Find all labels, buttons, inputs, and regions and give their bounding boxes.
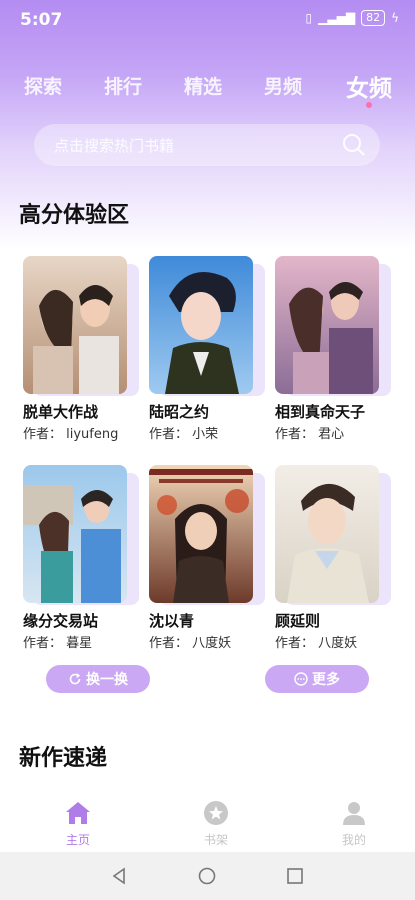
star-icon (204, 801, 228, 825)
recent-apps-icon[interactable] (286, 867, 304, 885)
status-time: 5:07 (20, 10, 63, 30)
book-card[interactable]: 陆昭之约 作者： 小荣 (149, 256, 265, 446)
book-author: 作者： 八度妖 (149, 636, 232, 651)
nav-bookshelf[interactable]: 书架 (186, 800, 246, 848)
search-bar[interactable] (34, 124, 380, 168)
active-tab-indicator (366, 102, 372, 108)
back-icon[interactable] (110, 867, 128, 885)
bottom-nav: 主页 书架 我的 (0, 790, 415, 852)
book-title: 顾延则 (275, 612, 321, 630)
book-title: 沈以青 (149, 612, 195, 630)
book-card[interactable]: 脱单大作战 作者： liyufeng (23, 256, 139, 446)
book-title: 相到真命天子 (275, 403, 366, 421)
battery-icon: 82 (361, 10, 386, 26)
refresh-label: 换一换 (86, 672, 128, 688)
book-title: 缘分交易站 (23, 612, 99, 630)
charging-icon: ϟ (391, 11, 399, 25)
tab-explore[interactable]: 探索 (24, 72, 62, 99)
tab-male[interactable]: 男频 (264, 72, 302, 99)
book-author: 作者： liyufeng (23, 427, 119, 442)
home-icon (66, 802, 90, 824)
book-cover-image (275, 465, 379, 603)
nav-home-label: 主页 (65, 833, 90, 847)
signal-icon: ▁▃▅▇ (318, 11, 356, 25)
book-cover-image (149, 256, 253, 394)
vibrate-icon: ▯ (305, 11, 313, 25)
nav-profile-label: 我的 (341, 833, 366, 847)
book-cover-image (149, 465, 253, 603)
tab-featured[interactable]: 精选 (184, 72, 222, 99)
search-input[interactable] (52, 124, 336, 168)
home-circle-icon[interactable] (198, 867, 216, 885)
book-card[interactable]: 顾延则 作者： 八度妖 (275, 465, 391, 655)
book-author: 作者： 君心 (275, 427, 345, 442)
book-cover-image (23, 465, 127, 603)
status-bar: 5:07 ▯ ▁▃▅▇ 82 ϟ (0, 0, 415, 40)
section-title-high-score: 高分体验区 (19, 203, 130, 228)
category-tabs: 探索 排行 精选 男频 女频 (0, 69, 415, 108)
book-author: 作者： 暮星 (23, 636, 93, 651)
status-icons: ▯ ▁▃▅▇ 82 ϟ (306, 10, 399, 26)
book-title: 陆昭之约 (149, 403, 210, 421)
tab-ranking[interactable]: 排行 (104, 72, 142, 99)
more-icon (294, 672, 308, 686)
tab-female[interactable]: 女频 (346, 69, 392, 103)
book-card[interactable]: 沈以青 作者： 八度妖 (149, 465, 265, 655)
nav-home[interactable]: 主页 (48, 800, 108, 848)
book-cover-image (275, 256, 379, 394)
system-nav-bar (0, 852, 415, 900)
book-author: 作者： 八度妖 (275, 636, 358, 651)
book-cover-image (23, 256, 127, 394)
search-icon[interactable] (342, 133, 366, 157)
more-label: 更多 (312, 672, 340, 688)
nav-bookshelf-label: 书架 (203, 833, 228, 847)
book-card[interactable]: 缘分交易站 作者： 暮星 (23, 465, 139, 655)
user-icon (343, 802, 365, 825)
book-card[interactable]: 相到真命天子 作者： 君心 (275, 256, 391, 446)
book-title: 脱单大作战 (23, 403, 99, 421)
section-title-new-works: 新作速递 (19, 746, 108, 771)
refresh-button[interactable]: 换一换 (46, 665, 150, 693)
nav-profile[interactable]: 我的 (324, 800, 384, 848)
more-button[interactable]: 更多 (265, 665, 369, 693)
refresh-icon (69, 673, 81, 685)
book-author: 作者： 小荣 (149, 427, 219, 442)
